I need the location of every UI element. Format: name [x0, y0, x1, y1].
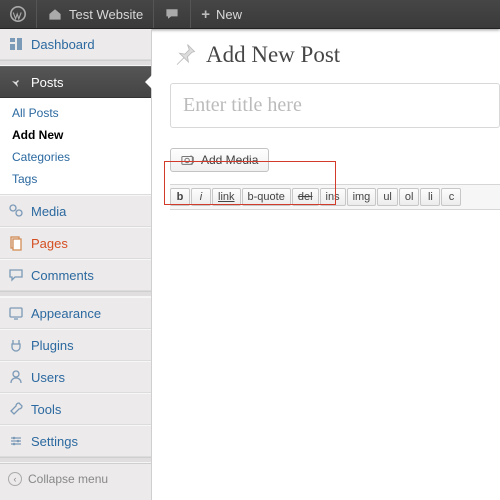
- label: Add Media: [201, 153, 258, 167]
- wp-logo-menu[interactable]: [0, 0, 37, 28]
- tb-c[interactable]: c: [441, 188, 461, 206]
- sidebar-item-posts[interactable]: Posts: [0, 66, 151, 98]
- tb-del[interactable]: del: [292, 188, 319, 206]
- sidebar-item-pages[interactable]: Pages: [0, 227, 151, 259]
- media-icon: [8, 203, 24, 219]
- sidebar-item-comments[interactable]: Comments: [0, 259, 151, 291]
- add-media-button[interactable]: Add Media: [170, 148, 269, 172]
- comments-icon: [8, 267, 24, 283]
- home-icon: [47, 6, 63, 22]
- pushpin-icon: [170, 41, 198, 69]
- page-heading: Add New Post: [170, 41, 500, 69]
- sidebar-item-appearance[interactable]: Appearance: [0, 297, 151, 329]
- sidebar-item-media[interactable]: Media: [0, 195, 151, 227]
- sidebar-item-settings[interactable]: Settings: [0, 425, 151, 457]
- new-label: New: [216, 7, 242, 22]
- editor-toolbar: b i link b-quote del ins img ul ol li c: [170, 184, 500, 210]
- sidebar-item-plugins[interactable]: Plugins: [0, 329, 151, 361]
- tb-ins[interactable]: ins: [320, 188, 346, 206]
- collapse-icon: ‹: [8, 472, 22, 486]
- tb-italic[interactable]: i: [191, 188, 211, 206]
- label: Plugins: [31, 338, 74, 353]
- submenu-add-new[interactable]: Add New: [0, 124, 151, 146]
- collapse-menu[interactable]: ‹ Collapse menu: [0, 463, 151, 494]
- tb-li[interactable]: li: [420, 188, 440, 206]
- label: Posts: [31, 75, 64, 90]
- label: Users: [31, 370, 65, 385]
- wordpress-icon: [10, 6, 26, 22]
- post-title-input[interactable]: [170, 83, 500, 128]
- comment-icon: [164, 6, 180, 22]
- pages-icon: [8, 235, 24, 251]
- new-content-menu[interactable]: + New: [191, 0, 252, 28]
- content-area: Add New Post Add Media b i link b-quote …: [152, 29, 500, 500]
- tb-bquote[interactable]: b-quote: [242, 188, 291, 206]
- dashboard-icon: [8, 36, 24, 52]
- sidebar-item-tools[interactable]: Tools: [0, 393, 151, 425]
- page-title-text: Add New Post: [206, 42, 340, 68]
- users-icon: [8, 369, 24, 385]
- tb-img[interactable]: img: [347, 188, 377, 206]
- label: Media: [31, 204, 66, 219]
- site-menu[interactable]: Test Website: [37, 0, 154, 28]
- posts-submenu: All Posts Add New Categories Tags: [0, 98, 151, 195]
- submenu-all-posts[interactable]: All Posts: [0, 102, 151, 124]
- sidebar-item-users[interactable]: Users: [0, 361, 151, 393]
- submenu-tags[interactable]: Tags: [0, 168, 151, 190]
- label: Collapse menu: [28, 472, 108, 486]
- camera-icon: [181, 153, 195, 167]
- pin-icon: [8, 74, 24, 90]
- tb-ol[interactable]: ol: [399, 188, 420, 206]
- tb-bold[interactable]: b: [170, 188, 190, 206]
- sidebar-item-dashboard[interactable]: Dashboard: [0, 29, 151, 60]
- tb-link[interactable]: link: [212, 188, 241, 206]
- settings-icon: [8, 433, 24, 449]
- plus-icon: +: [201, 6, 210, 23]
- label: Dashboard: [31, 37, 95, 52]
- tools-icon: [8, 401, 24, 417]
- label: Tools: [31, 402, 61, 417]
- site-title: Test Website: [69, 7, 143, 22]
- appearance-icon: [8, 305, 24, 321]
- admin-sidebar: Dashboard Posts All Posts Add New Catego…: [0, 29, 152, 500]
- admin-bar: Test Website + New: [0, 0, 500, 29]
- label: Pages: [31, 236, 68, 251]
- comments-menu[interactable]: [154, 0, 191, 28]
- tb-ul[interactable]: ul: [377, 188, 398, 206]
- label: Comments: [31, 268, 94, 283]
- submenu-categories[interactable]: Categories: [0, 146, 151, 168]
- plugins-icon: [8, 337, 24, 353]
- label: Settings: [31, 434, 78, 449]
- label: Appearance: [31, 306, 101, 321]
